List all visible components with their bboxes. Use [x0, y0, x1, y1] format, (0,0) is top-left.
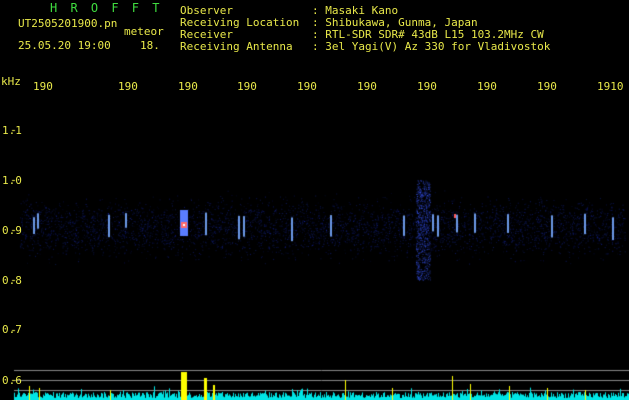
x-tick: 190 [477, 80, 497, 93]
tag-label: meteor [124, 25, 164, 38]
counter-label: 18. [140, 39, 160, 52]
y-tick: 0.8 [2, 274, 22, 287]
x-tick: 190 [237, 80, 257, 93]
filename-label: UT2505201900.pn [18, 17, 118, 30]
y-tick: 1.1 [2, 124, 22, 137]
y-tick: 1.0 [2, 174, 22, 187]
x-tick: 190 [33, 80, 53, 93]
datetime-label: 25.05.20 19:00 [18, 39, 111, 52]
y-tick: 0.6 [2, 374, 22, 387]
x-tick: 190 [178, 80, 198, 93]
x-tick: 190 [417, 80, 437, 93]
y-unit-label: kHz [1, 75, 21, 88]
x-tick: 1910 [597, 80, 624, 93]
x-tick: 190 [357, 80, 377, 93]
y-tick: 0.7 [2, 323, 22, 336]
x-tick: 190 [118, 80, 138, 93]
y-tick: 0.9 [2, 224, 22, 237]
x-tick: 190 [297, 80, 317, 93]
field-value-antenna: : 3el Yagi(V) Az 330 for Vladivostok [312, 40, 551, 53]
field-label-antenna: Receiving Antenna [180, 40, 293, 53]
spectrogram-canvas [0, 0, 629, 400]
x-tick: 190 [537, 80, 557, 93]
app-title: H R O F F T [50, 1, 163, 15]
